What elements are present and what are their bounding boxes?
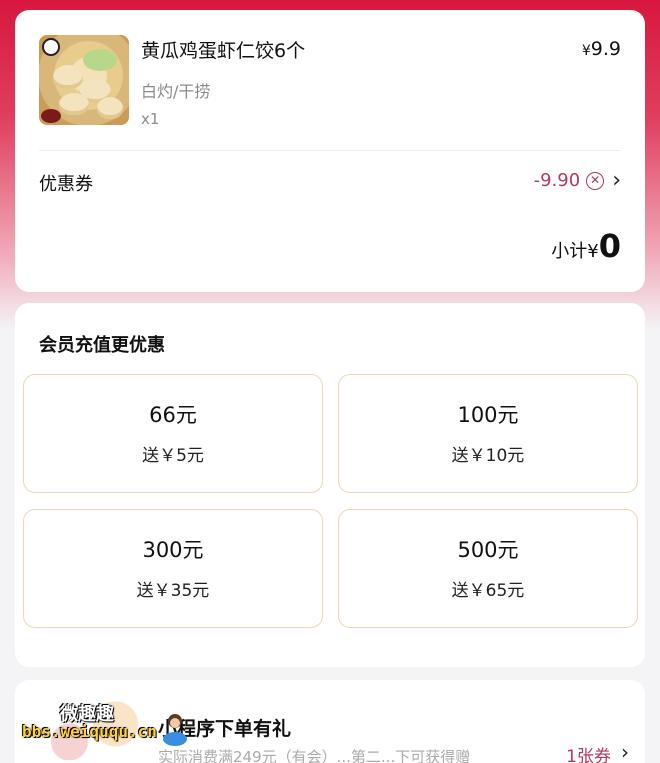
clear-circle-icon[interactable]: ✕ (586, 171, 605, 190)
watermark-url: bbs.weiququ.cn (22, 722, 157, 741)
chevron-right-icon[interactable]: › (612, 168, 621, 193)
chevron-right-icon[interactable]: › (621, 740, 629, 763)
recharge-bonus: 送￥65元 (451, 581, 525, 601)
product-spec: 白灼/干捞 (141, 82, 211, 101)
divider (39, 150, 621, 151)
subtotal-label: 小计¥ (551, 241, 599, 262)
recharge-option-66[interactable]: 66元 送￥5元 (23, 374, 323, 493)
coupon-label: 优惠券 (39, 174, 93, 195)
product-quantity: x1 (141, 110, 160, 128)
product-price: ¥9.9 (582, 38, 621, 60)
price-value: 9.9 (590, 38, 621, 60)
recharge-bonus: 送￥10元 (451, 446, 525, 466)
product-image (39, 35, 129, 125)
coupon-selector[interactable]: -9.90 ✕ › (534, 168, 621, 193)
brand-logo-icon (42, 38, 60, 56)
subtotal: 小计¥ 0 (551, 230, 621, 263)
coupon-amount: -9.90 (533, 170, 581, 191)
recharge-title: 会员充值更优惠 (39, 335, 165, 356)
subtotal-value: 0 (598, 227, 621, 265)
recharge-amount: 66元 (149, 403, 197, 427)
promo-badge: 1张券 (566, 747, 611, 763)
recharge-card: 会员充值更优惠 66元 送￥5元 100元 送￥10元 300元 送￥35元 5… (15, 303, 645, 667)
recharge-amount: 500元 (457, 538, 519, 562)
recharge-option-100[interactable]: 100元 送￥10元 (338, 374, 638, 493)
recharge-bonus: 送￥35元 (136, 581, 210, 601)
recharge-amount: 300元 (142, 538, 204, 562)
promo-description: 实际消费满249元（有会）...第二...下可获得赠 (158, 748, 471, 763)
product-name: 黄瓜鸡蛋虾仁饺6个 (141, 40, 306, 62)
watermark-figure-icon (163, 714, 187, 746)
currency-symbol: ¥ (581, 43, 591, 59)
recharge-option-500[interactable]: 500元 送￥65元 (338, 509, 638, 628)
order-card: 黄瓜鸡蛋虾仁饺6个 白灼/干捞 x1 ¥9.9 优惠券 -9.90 ✕ › 小计… (15, 10, 645, 292)
recharge-amount: 100元 (457, 403, 519, 427)
recharge-bonus: 送￥5元 (142, 446, 204, 466)
recharge-option-300[interactable]: 300元 送￥35元 (23, 509, 323, 628)
